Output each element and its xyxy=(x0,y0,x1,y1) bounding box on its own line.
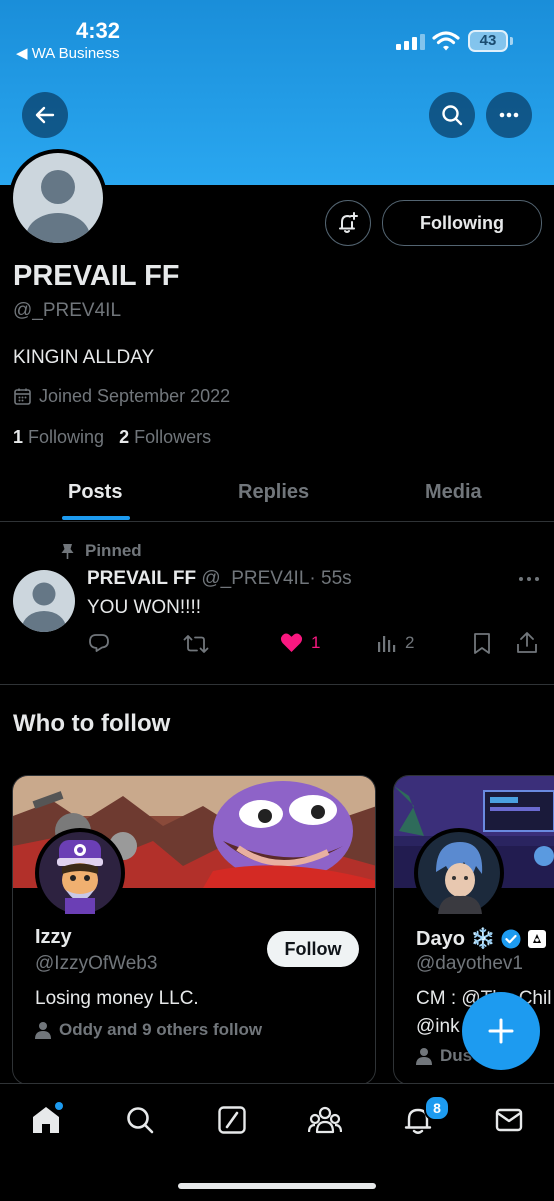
followers-count-link[interactable]: 2 Followers xyxy=(119,427,211,447)
dayo-avatar-image xyxy=(418,832,500,914)
grok-icon xyxy=(218,1106,246,1134)
profile-name: PREVAIL FF xyxy=(13,260,180,292)
pinned-label: Pinned xyxy=(85,541,142,560)
default-avatar-icon xyxy=(26,170,90,243)
tab-communities[interactable] xyxy=(307,1102,343,1138)
bell-plus-icon xyxy=(339,212,358,233)
battery-indicator: 43 xyxy=(468,30,508,52)
bookmark-icon[interactable] xyxy=(473,632,491,655)
profile-handle: @_PREV4IL xyxy=(13,300,122,321)
views-button[interactable]: 2 xyxy=(377,633,414,653)
following-count-link[interactable]: 1 Following xyxy=(13,427,104,447)
who-to-follow-title: Who to follow xyxy=(13,710,171,737)
following-label: Following xyxy=(28,427,105,447)
more-options-button[interactable] xyxy=(486,92,532,138)
search-icon xyxy=(442,105,463,126)
followers-label: Followers xyxy=(134,427,212,447)
card-social-text: Oddy and 9 others follow xyxy=(59,1020,263,1039)
card-handle[interactable]: @IzzyOfWeb3 xyxy=(35,953,157,975)
tab-notifications[interactable]: 8 xyxy=(400,1095,450,1138)
back-to-app-link[interactable]: ◀ WA Business xyxy=(16,44,120,62)
profile-avatar[interactable] xyxy=(9,149,107,247)
post-text: YOU WON!!!! xyxy=(87,597,201,618)
joined-date: Joined September 2022 xyxy=(13,386,230,407)
post-author-handle[interactable]: @_PREV4IL xyxy=(201,568,309,589)
card-name: Dayo ❄️ xyxy=(416,928,496,950)
back-button[interactable] xyxy=(22,92,68,138)
person-icon xyxy=(416,1048,432,1065)
default-avatar-icon xyxy=(22,582,66,632)
card-name-row[interactable]: Dayo ❄️ xyxy=(416,926,547,951)
verified-icon xyxy=(501,929,521,948)
status-bar: 4:32 ◀ WA Business 43 xyxy=(0,0,554,80)
affiliate-badge-icon xyxy=(528,929,547,948)
card-bio: Losing money LLC. xyxy=(35,988,199,1009)
views-count: 2 xyxy=(405,633,415,652)
tab-replies[interactable]: Replies xyxy=(238,481,309,504)
card-social-context: Oddy and 9 others follow xyxy=(35,1020,262,1040)
tab-grok[interactable] xyxy=(214,1102,250,1138)
post-time: · 55s xyxy=(309,568,352,589)
home-indicator xyxy=(178,1183,376,1189)
reply-icon[interactable] xyxy=(87,632,111,656)
pin-icon xyxy=(61,543,74,559)
card-name[interactable]: Izzy xyxy=(35,926,72,949)
search-icon xyxy=(127,1107,154,1134)
pinned-post[interactable]: Pinned PREVAIL FF @_PREV4IL· 55s YOU WON… xyxy=(0,522,554,685)
post-author-avatar[interactable] xyxy=(13,570,75,632)
izzy-avatar-image xyxy=(39,832,121,914)
post-author-name[interactable]: PREVAIL FF xyxy=(87,568,196,589)
pinned-indicator: Pinned xyxy=(60,541,142,561)
person-icon xyxy=(35,1022,51,1039)
communities-icon xyxy=(308,1106,342,1134)
following-count: 1 xyxy=(13,427,24,447)
follow-button[interactable]: Follow xyxy=(267,931,359,967)
more-icon xyxy=(499,112,519,118)
compose-post-button[interactable] xyxy=(462,992,540,1070)
notifications-badge: 8 xyxy=(424,1095,450,1121)
retweet-icon[interactable] xyxy=(183,632,209,656)
followers-count: 2 xyxy=(119,427,130,447)
heart-icon xyxy=(280,633,303,652)
share-icon[interactable] xyxy=(516,631,538,655)
status-time: 4:32 xyxy=(76,18,121,43)
follow-counts: 1 Following 2 Followers xyxy=(13,427,211,448)
card-handle[interactable]: @dayothev1 xyxy=(416,953,523,975)
plus-icon xyxy=(488,1018,514,1044)
signal-icon xyxy=(396,34,425,50)
profile-bio: KINGIN ALLDAY xyxy=(13,347,155,368)
views-icon xyxy=(378,636,396,652)
joined-label: Joined September 2022 xyxy=(39,386,231,406)
battery-nub xyxy=(510,37,513,45)
wifi-icon xyxy=(432,31,460,51)
tab-home[interactable] xyxy=(28,1102,64,1138)
notifications-toggle-button[interactable] xyxy=(325,200,371,246)
tab-messages[interactable] xyxy=(491,1102,527,1138)
profile-tabs: Posts Replies Media xyxy=(0,465,554,522)
card-avatar[interactable] xyxy=(414,828,504,918)
back-arrow-icon xyxy=(35,106,55,124)
following-button[interactable]: Following xyxy=(382,200,542,246)
tab-media[interactable]: Media xyxy=(425,481,482,504)
card-avatar[interactable] xyxy=(35,828,125,918)
like-button[interactable]: 1 xyxy=(280,632,320,653)
tab-search[interactable] xyxy=(122,1102,158,1138)
mail-icon xyxy=(495,1108,523,1132)
post-more-icon[interactable] xyxy=(518,576,540,582)
follow-card-izzy[interactable]: Izzy @IzzyOfWeb3 Follow Losing money LLC… xyxy=(12,775,376,1085)
tab-posts[interactable]: Posts xyxy=(68,481,122,504)
search-button[interactable] xyxy=(429,92,475,138)
home-new-dot xyxy=(55,1102,63,1110)
active-tab-indicator xyxy=(62,516,130,520)
like-count: 1 xyxy=(311,632,321,652)
calendar-icon xyxy=(14,388,31,405)
post-header: PREVAIL FF @_PREV4IL· 55s xyxy=(87,568,352,590)
